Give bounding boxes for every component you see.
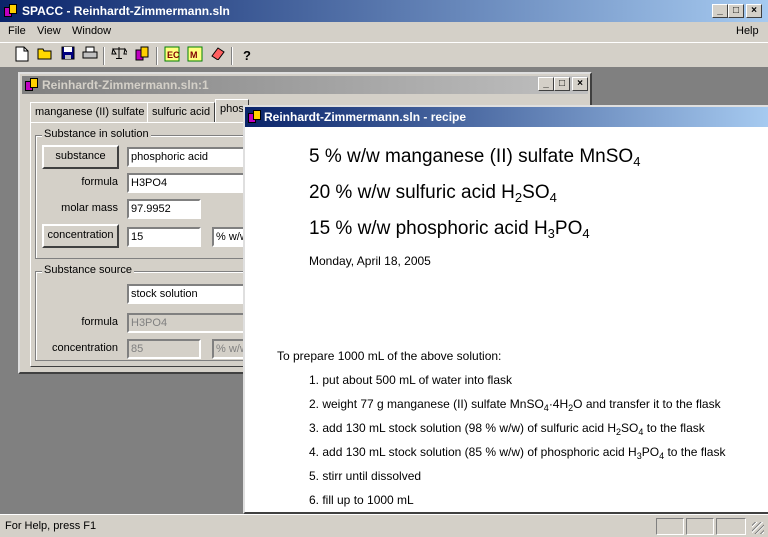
source-formula-field: H3PO4 bbox=[127, 313, 257, 333]
document-icon bbox=[248, 110, 262, 124]
new-file-icon[interactable] bbox=[12, 46, 32, 66]
child-maximize-button[interactable]: □ bbox=[554, 77, 570, 91]
toolbar: EC M ? bbox=[0, 42, 768, 68]
recipe-window-title: Reinhardt-Zimmermann.sln - recipe bbox=[264, 110, 467, 124]
app-title: SPACC - Reinhardt-Zimmermann.sln bbox=[22, 4, 230, 18]
recipe-window: Reinhardt-Zimmermann.sln - recipe 5 % w/… bbox=[243, 105, 768, 514]
flasks-icon[interactable] bbox=[132, 46, 152, 66]
close-button[interactable]: × bbox=[746, 4, 762, 18]
svg-text:EC: EC bbox=[167, 50, 180, 60]
eraser-icon[interactable] bbox=[208, 46, 228, 66]
menu-view[interactable]: View bbox=[37, 25, 61, 37]
tab-manganese-sulfate[interactable]: manganese (II) sulfate bbox=[30, 102, 150, 122]
prepare-instruction: To prepare 1000 mL of the above solution… bbox=[277, 349, 502, 363]
open-folder-icon[interactable] bbox=[35, 46, 55, 66]
status-pane bbox=[716, 518, 746, 535]
solution-window-title: Reinhardt-Zimmermann.sln:1 bbox=[42, 78, 209, 92]
save-icon[interactable] bbox=[58, 46, 78, 66]
status-text: For Help, press F1 bbox=[5, 520, 97, 532]
print-icon[interactable] bbox=[80, 46, 100, 66]
menu-help[interactable]: Help bbox=[736, 25, 759, 37]
app-icon bbox=[4, 4, 18, 18]
child-minimize-button[interactable]: _ bbox=[538, 77, 554, 91]
menu-bar: File View Window Help bbox=[0, 22, 768, 42]
recipe-content: 5 % w/w manganese (II) sulfate MnSO4 20 … bbox=[245, 127, 768, 512]
source-concentration-field: 85 bbox=[127, 339, 201, 359]
document-icon bbox=[25, 78, 39, 92]
step-5: 5. stirr until dissolved bbox=[309, 469, 422, 483]
menu-file[interactable]: File bbox=[8, 25, 26, 37]
recipe-date: Monday, April 18, 2005 bbox=[309, 254, 431, 268]
molar-mass-icon[interactable]: M bbox=[185, 46, 205, 66]
svg-text:M: M bbox=[190, 50, 198, 60]
balance-scale-icon[interactable] bbox=[109, 46, 129, 66]
app-title-bar: SPACC - Reinhardt-Zimmermann.sln _ □ × bbox=[0, 0, 768, 22]
menu-window[interactable]: Window bbox=[72, 25, 111, 37]
minimize-button[interactable]: _ bbox=[712, 4, 728, 18]
step-6: 6. fill up to 1000 mL bbox=[309, 493, 414, 507]
child-close-button[interactable]: × bbox=[572, 77, 588, 91]
calculator-icon[interactable]: EC bbox=[162, 46, 182, 66]
group-label: Substance source bbox=[42, 264, 135, 276]
solution-window-title-bar: Reinhardt-Zimmermann.sln:1 _ □ × bbox=[22, 76, 588, 94]
step-3: 3. add 130 mL stock solution (98 % w/w) … bbox=[309, 421, 705, 437]
source-formula-label: formula bbox=[81, 316, 118, 328]
status-pane bbox=[656, 518, 684, 535]
component-line: 5 % w/w manganese (II) sulfate MnSO4 bbox=[309, 146, 641, 169]
molar-mass-label: molar mass bbox=[61, 202, 118, 214]
concentration-field[interactable]: 15 bbox=[127, 227, 201, 247]
formula-label: formula bbox=[81, 176, 118, 188]
maximize-button[interactable]: □ bbox=[728, 4, 744, 18]
component-line: 20 % w/w sulfuric acid H2SO4 bbox=[309, 182, 557, 205]
resize-grip[interactable] bbox=[752, 522, 764, 534]
source-concentration-label: concentration bbox=[51, 342, 118, 354]
substance-field[interactable]: phosphoric acid bbox=[127, 147, 257, 167]
concentration-button[interactable]: concentration bbox=[42, 224, 119, 248]
step-4: 4. add 130 mL stock solution (85 % w/w) … bbox=[309, 445, 726, 461]
tab-sulfuric-acid[interactable]: sulfuric acid bbox=[147, 102, 216, 122]
group-label: Substance in solution bbox=[42, 128, 151, 140]
help-question-icon[interactable]: ? bbox=[237, 46, 257, 66]
source-field[interactable]: stock solution bbox=[127, 284, 257, 304]
step-2: 2. weight 77 g manganese (II) sulfate Mn… bbox=[309, 397, 721, 413]
substance-button[interactable]: substance bbox=[42, 145, 119, 169]
formula-field[interactable]: H3PO4 bbox=[127, 173, 257, 193]
component-line: 15 % w/w phosphoric acid H3PO4 bbox=[309, 218, 590, 241]
recipe-window-title-bar: Reinhardt-Zimmermann.sln - recipe bbox=[245, 107, 768, 127]
status-bar: For Help, press F1 bbox=[0, 514, 768, 537]
step-1: 1. put about 500 mL of water into flask bbox=[309, 373, 513, 387]
status-pane bbox=[686, 518, 714, 535]
molar-mass-field[interactable]: 97.9952 bbox=[127, 199, 201, 219]
